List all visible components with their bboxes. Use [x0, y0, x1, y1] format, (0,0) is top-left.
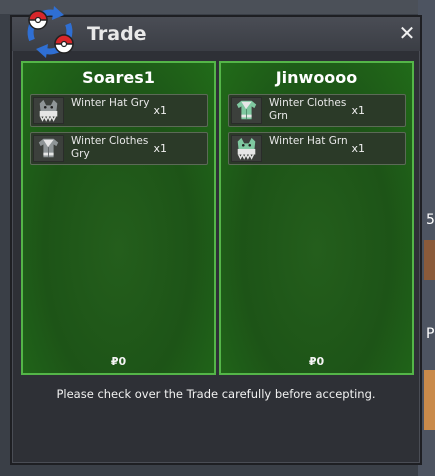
- item-quantity: x1: [351, 142, 365, 155]
- money-amount: ₽0: [308, 355, 325, 368]
- winter-clothes-grey-icon: [33, 135, 64, 162]
- item-quantity: x1: [351, 104, 365, 117]
- winter-hat-grey-icon: [33, 97, 64, 124]
- item-name: Winter Hat Gry: [71, 97, 150, 109]
- trader-name: Soares1: [82, 68, 155, 87]
- left-trade-panel: Soares1 Winter Hat Gry x1 Winter Clothes…: [21, 61, 216, 375]
- background-text: 5: [426, 212, 435, 228]
- right-trade-panel: Jinwoooo Winter Clothes Grn x1 Winter Ha…: [219, 61, 414, 375]
- window-title: Trade: [87, 23, 147, 45]
- trade-window: Trade ✕ Soares1 Winter Hat Gry x1 Winter…: [10, 6, 422, 465]
- item-name: Winter Clothes Grn: [269, 97, 347, 122]
- trade-item[interactable]: Winter Clothes Grn x1: [228, 94, 406, 127]
- close-icon[interactable]: ✕: [396, 22, 418, 44]
- winter-hat-green-icon: [231, 135, 262, 162]
- background-text: P: [426, 326, 435, 342]
- background-character: [424, 370, 435, 430]
- trade-notice: Please check over the Trade carefully be…: [56, 387, 376, 401]
- trade-item[interactable]: Winter Hat Gry x1: [30, 94, 208, 127]
- item-quantity: x1: [153, 142, 167, 155]
- trade-item[interactable]: Winter Hat Grn x1: [228, 132, 406, 165]
- item-name: Winter Hat Grn: [269, 135, 348, 147]
- trade-item[interactable]: Winter Clothes Gry x1: [30, 132, 208, 165]
- trade-exchange-icon: [27, 6, 74, 58]
- background-character: [424, 240, 435, 280]
- winter-clothes-green-icon: [231, 97, 262, 124]
- trader-name: Jinwoooo: [275, 68, 358, 87]
- money-amount: ₽0: [110, 355, 127, 368]
- item-quantity: x1: [153, 104, 167, 117]
- item-name: Winter Clothes Gry: [71, 135, 149, 160]
